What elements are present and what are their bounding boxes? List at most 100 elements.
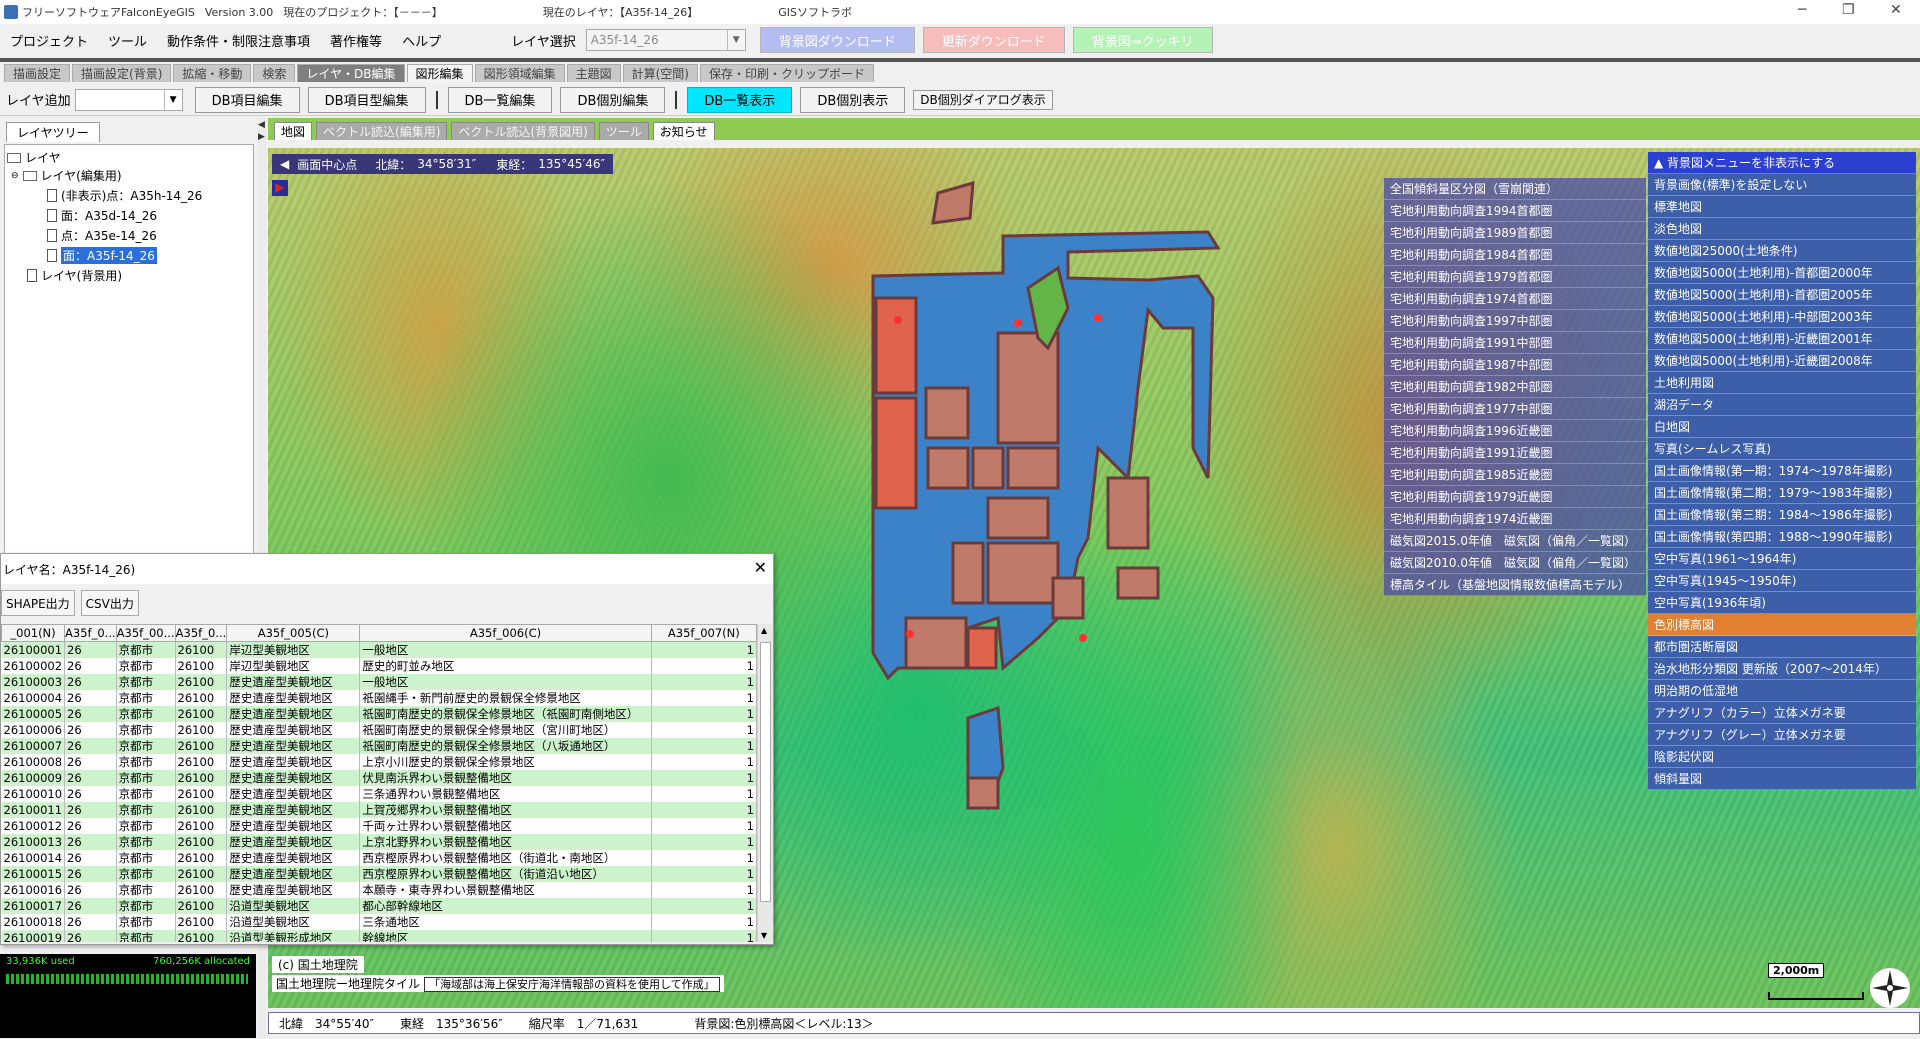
bg-menu-item[interactable]: 国土画像情報(第四期：1988～1990年撮影) bbox=[1648, 526, 1916, 548]
table-cell[interactable]: 26100 bbox=[175, 786, 228, 802]
bg-menu-item[interactable]: 宅地利用動向調査1994首都圏 bbox=[1384, 200, 1646, 222]
table-cell[interactable]: 岸辺型美観地区 bbox=[226, 641, 361, 658]
table-cell[interactable]: 歴史遺産型美観地区 bbox=[226, 802, 361, 818]
table-row[interactable]: 26100006 26 京都市 26100 歴史遺産型美観地区 祇園町南歴史的景観保全修景… bbox=[1, 722, 757, 738]
db-list-view-button[interactable]: DB一覧表示 bbox=[687, 86, 793, 113]
shape-export-button[interactable]: SHAPE出力 bbox=[1, 590, 75, 616]
table-cell[interactable]: 26100 bbox=[175, 898, 228, 914]
minimize-icon[interactable]: ─ bbox=[1798, 2, 1806, 18]
bg-menu-item[interactable]: 数値地図5000(土地利用)-中部圏2003年 bbox=[1648, 306, 1916, 328]
db-list-edit-button[interactable]: DB一覧編集 bbox=[447, 86, 553, 113]
table-cell[interactable]: 26100019 bbox=[1, 930, 66, 942]
table-cell[interactable]: 京都市 bbox=[116, 914, 176, 930]
table-row[interactable]: 26100015 26 京都市 26100 歴史遺産型美観地区 西京樫原界わい景観整備地区… bbox=[1, 866, 757, 882]
bg-menu-item[interactable]: 宅地利用動向調査1997中部圏 bbox=[1384, 310, 1646, 332]
collapse-left-icon[interactable]: ◀ bbox=[258, 120, 265, 130]
column-header[interactable]: A35f_007(N) bbox=[650, 624, 757, 642]
close-window-icon[interactable]: ✕ bbox=[1890, 2, 1902, 18]
table-cell[interactable]: 沿道型美観地区 bbox=[226, 914, 361, 930]
table-cell[interactable]: 26100 bbox=[175, 818, 228, 834]
tab-shape-edit[interactable]: 図形編集 bbox=[406, 64, 473, 82]
table-cell[interactable]: 1 bbox=[651, 834, 757, 850]
table-row[interactable]: 26100013 26 京都市 26100 歴史遺産型美観地区 上京北野界わい景観整備地区… bbox=[1, 834, 757, 850]
table-cell[interactable]: 1 bbox=[651, 850, 757, 866]
table-cell[interactable]: 1 bbox=[651, 898, 757, 914]
district-polygon[interactable] bbox=[996, 331, 1060, 445]
table-row[interactable]: 26100003 26 京都市 26100 歴史遺産型美観地区 一般地区 1 bbox=[1, 674, 757, 690]
table-cell[interactable]: 1 bbox=[651, 882, 757, 898]
table-row[interactable]: 26100010 26 京都市 26100 歴史遺産型美観地区 三条通界わい景観整備地区 1 bbox=[1, 786, 757, 802]
table-cell[interactable]: 1 bbox=[651, 722, 757, 738]
table-cell[interactable]: 26100 bbox=[175, 738, 228, 754]
table-cell[interactable]: 26100011 bbox=[1, 802, 66, 818]
table-cell[interactable]: 26100 bbox=[175, 658, 228, 674]
bg-menu-item[interactable]: 背景画像(標準)を設定しない bbox=[1648, 174, 1916, 196]
scroll-up-icon[interactable]: ▲ bbox=[761, 626, 767, 635]
table-cell[interactable]: 26100 bbox=[175, 754, 228, 770]
bg-menu-item[interactable]: 宅地利用動向調査1991中部圏 bbox=[1384, 332, 1646, 354]
bg-download-button[interactable]: 背景図ダウンロード bbox=[759, 27, 915, 53]
menu-copyright[interactable]: 著作権等 bbox=[320, 31, 392, 50]
table-cell[interactable]: 26100010 bbox=[1, 786, 66, 802]
table-cell[interactable]: 京都市 bbox=[116, 898, 176, 914]
bg-menu-item[interactable]: 宅地利用動向調査1982中部圏 bbox=[1384, 376, 1646, 398]
table-cell[interactable]: 1 bbox=[651, 930, 757, 942]
table-cell[interactable]: 京都市 bbox=[116, 882, 176, 898]
table-cell[interactable]: 一般地区 bbox=[359, 641, 652, 658]
table-row[interactable]: 26100002 26 京都市 26100 岸辺型美観地区 歴史的町並み地区 1 bbox=[1, 658, 757, 674]
play-icon[interactable] bbox=[272, 180, 288, 196]
update-download-button[interactable]: 更新ダウンロード bbox=[922, 27, 1065, 53]
bg-menu-item[interactable]: 国土画像情報(第三期：1984～1986年撮影) bbox=[1648, 504, 1916, 526]
bg-menu-item[interactable]: 標高タイル（基盤地図情報数値標高モデル） bbox=[1384, 574, 1646, 596]
tab-shape-area-edit[interactable]: 図形領域編集 bbox=[474, 64, 565, 82]
table-cell[interactable]: 京都市 bbox=[116, 658, 176, 674]
district-polygon[interactable] bbox=[966, 626, 998, 670]
bg-menu-item[interactable]: 宅地利用動向調査1984首都圏 bbox=[1384, 244, 1646, 266]
table-cell[interactable]: 26100 bbox=[175, 930, 228, 942]
table-cell[interactable]: 三条通界わい景観整備地区 bbox=[359, 786, 652, 802]
column-header[interactable]: _001(N) bbox=[1, 624, 66, 642]
table-cell[interactable]: 26100 bbox=[175, 882, 228, 898]
bg-menu-item[interactable]: 宅地利用動向調査1979首都圏 bbox=[1384, 266, 1646, 288]
table-cell[interactable]: 26 bbox=[64, 786, 117, 802]
table-cell[interactable]: 26 bbox=[64, 770, 117, 786]
bg-menu-item[interactable]: 宅地利用動向調査1989首都圏 bbox=[1384, 222, 1646, 244]
table-cell[interactable]: 歴史遺産型美観地区 bbox=[226, 866, 361, 882]
table-cell[interactable]: 沿道型美観地区 bbox=[226, 898, 361, 914]
bg-menu-item[interactable]: 数値地図25000(土地条件) bbox=[1648, 240, 1916, 262]
district-polygon[interactable] bbox=[874, 396, 918, 510]
bg-menu-item[interactable]: 数値地図5000(土地利用)-首都圏2005年 bbox=[1648, 284, 1916, 306]
table-cell[interactable]: 祇園縄手・新門前歴史的景観保全修景地区 bbox=[359, 690, 652, 706]
table-cell[interactable]: 26100006 bbox=[1, 722, 66, 738]
table-cell[interactable]: 26100002 bbox=[1, 658, 66, 674]
district-polygon[interactable] bbox=[986, 541, 1060, 605]
table-cell[interactable]: 26100001 bbox=[1, 641, 66, 658]
table-cell[interactable]: 1 bbox=[651, 802, 757, 818]
table-row[interactable]: 26100016 26 京都市 26100 歴史遺産型美観地区 本願寺・東寺界わい景観整備… bbox=[1, 882, 757, 898]
table-cell[interactable]: 祇園町南歴史的景観保全修景地区（祇園町南側地区） bbox=[359, 706, 652, 722]
table-cell[interactable]: 26100 bbox=[175, 834, 228, 850]
bg-menu-item[interactable]: 空中写真(1936年頃) bbox=[1648, 592, 1916, 614]
db-item-edit-button[interactable]: DB項目編集 bbox=[194, 86, 300, 113]
tab-tool[interactable]: ツール bbox=[598, 122, 649, 140]
district-polygon[interactable] bbox=[874, 296, 918, 395]
tab-thematic-map[interactable]: 主題図 bbox=[566, 64, 621, 82]
table-cell[interactable]: 京都市 bbox=[116, 802, 176, 818]
district-polygon[interactable] bbox=[904, 616, 968, 670]
table-row[interactable]: 26100007 26 京都市 26100 歴史遺産型美観地区 祇園町南歴史的景観保全修景… bbox=[1, 738, 757, 754]
district-polygon[interactable] bbox=[1051, 576, 1085, 620]
table-row[interactable]: 26100014 26 京都市 26100 歴史遺産型美観地区 西京樫原界わい景観整備地区… bbox=[1, 850, 757, 866]
district-polygon[interactable] bbox=[926, 446, 970, 490]
db-dialog-button[interactable]: DB個別ダイアログ表示 bbox=[913, 89, 1053, 110]
table-row[interactable]: 26100008 26 京都市 26100 歴史遺産型美観地区 上京小川歴史的景観保全修景… bbox=[1, 754, 757, 770]
tab-spatial-calc[interactable]: 計算(空間) bbox=[622, 64, 698, 82]
menu-tool[interactable]: ツール bbox=[98, 31, 157, 50]
tab-layer-tree[interactable]: レイヤツリー bbox=[6, 122, 100, 142]
table-cell[interactable]: 26 bbox=[64, 706, 117, 722]
table-cell[interactable]: 沿道型美観形成地区 bbox=[226, 930, 361, 942]
table-cell[interactable]: 千両ヶ辻界わい景観整備地区 bbox=[359, 818, 652, 834]
menu-help[interactable]: ヘルプ bbox=[392, 31, 451, 50]
table-cell[interactable]: 26100 bbox=[175, 641, 228, 658]
table-row[interactable]: 26100012 26 京都市 26100 歴史遺産型美観地区 千両ヶ辻界わい景観整備地区… bbox=[1, 818, 757, 834]
bg-menu-item[interactable]: 磁気図2015.0年値 磁気図（偏角／一覧図） bbox=[1384, 530, 1646, 552]
